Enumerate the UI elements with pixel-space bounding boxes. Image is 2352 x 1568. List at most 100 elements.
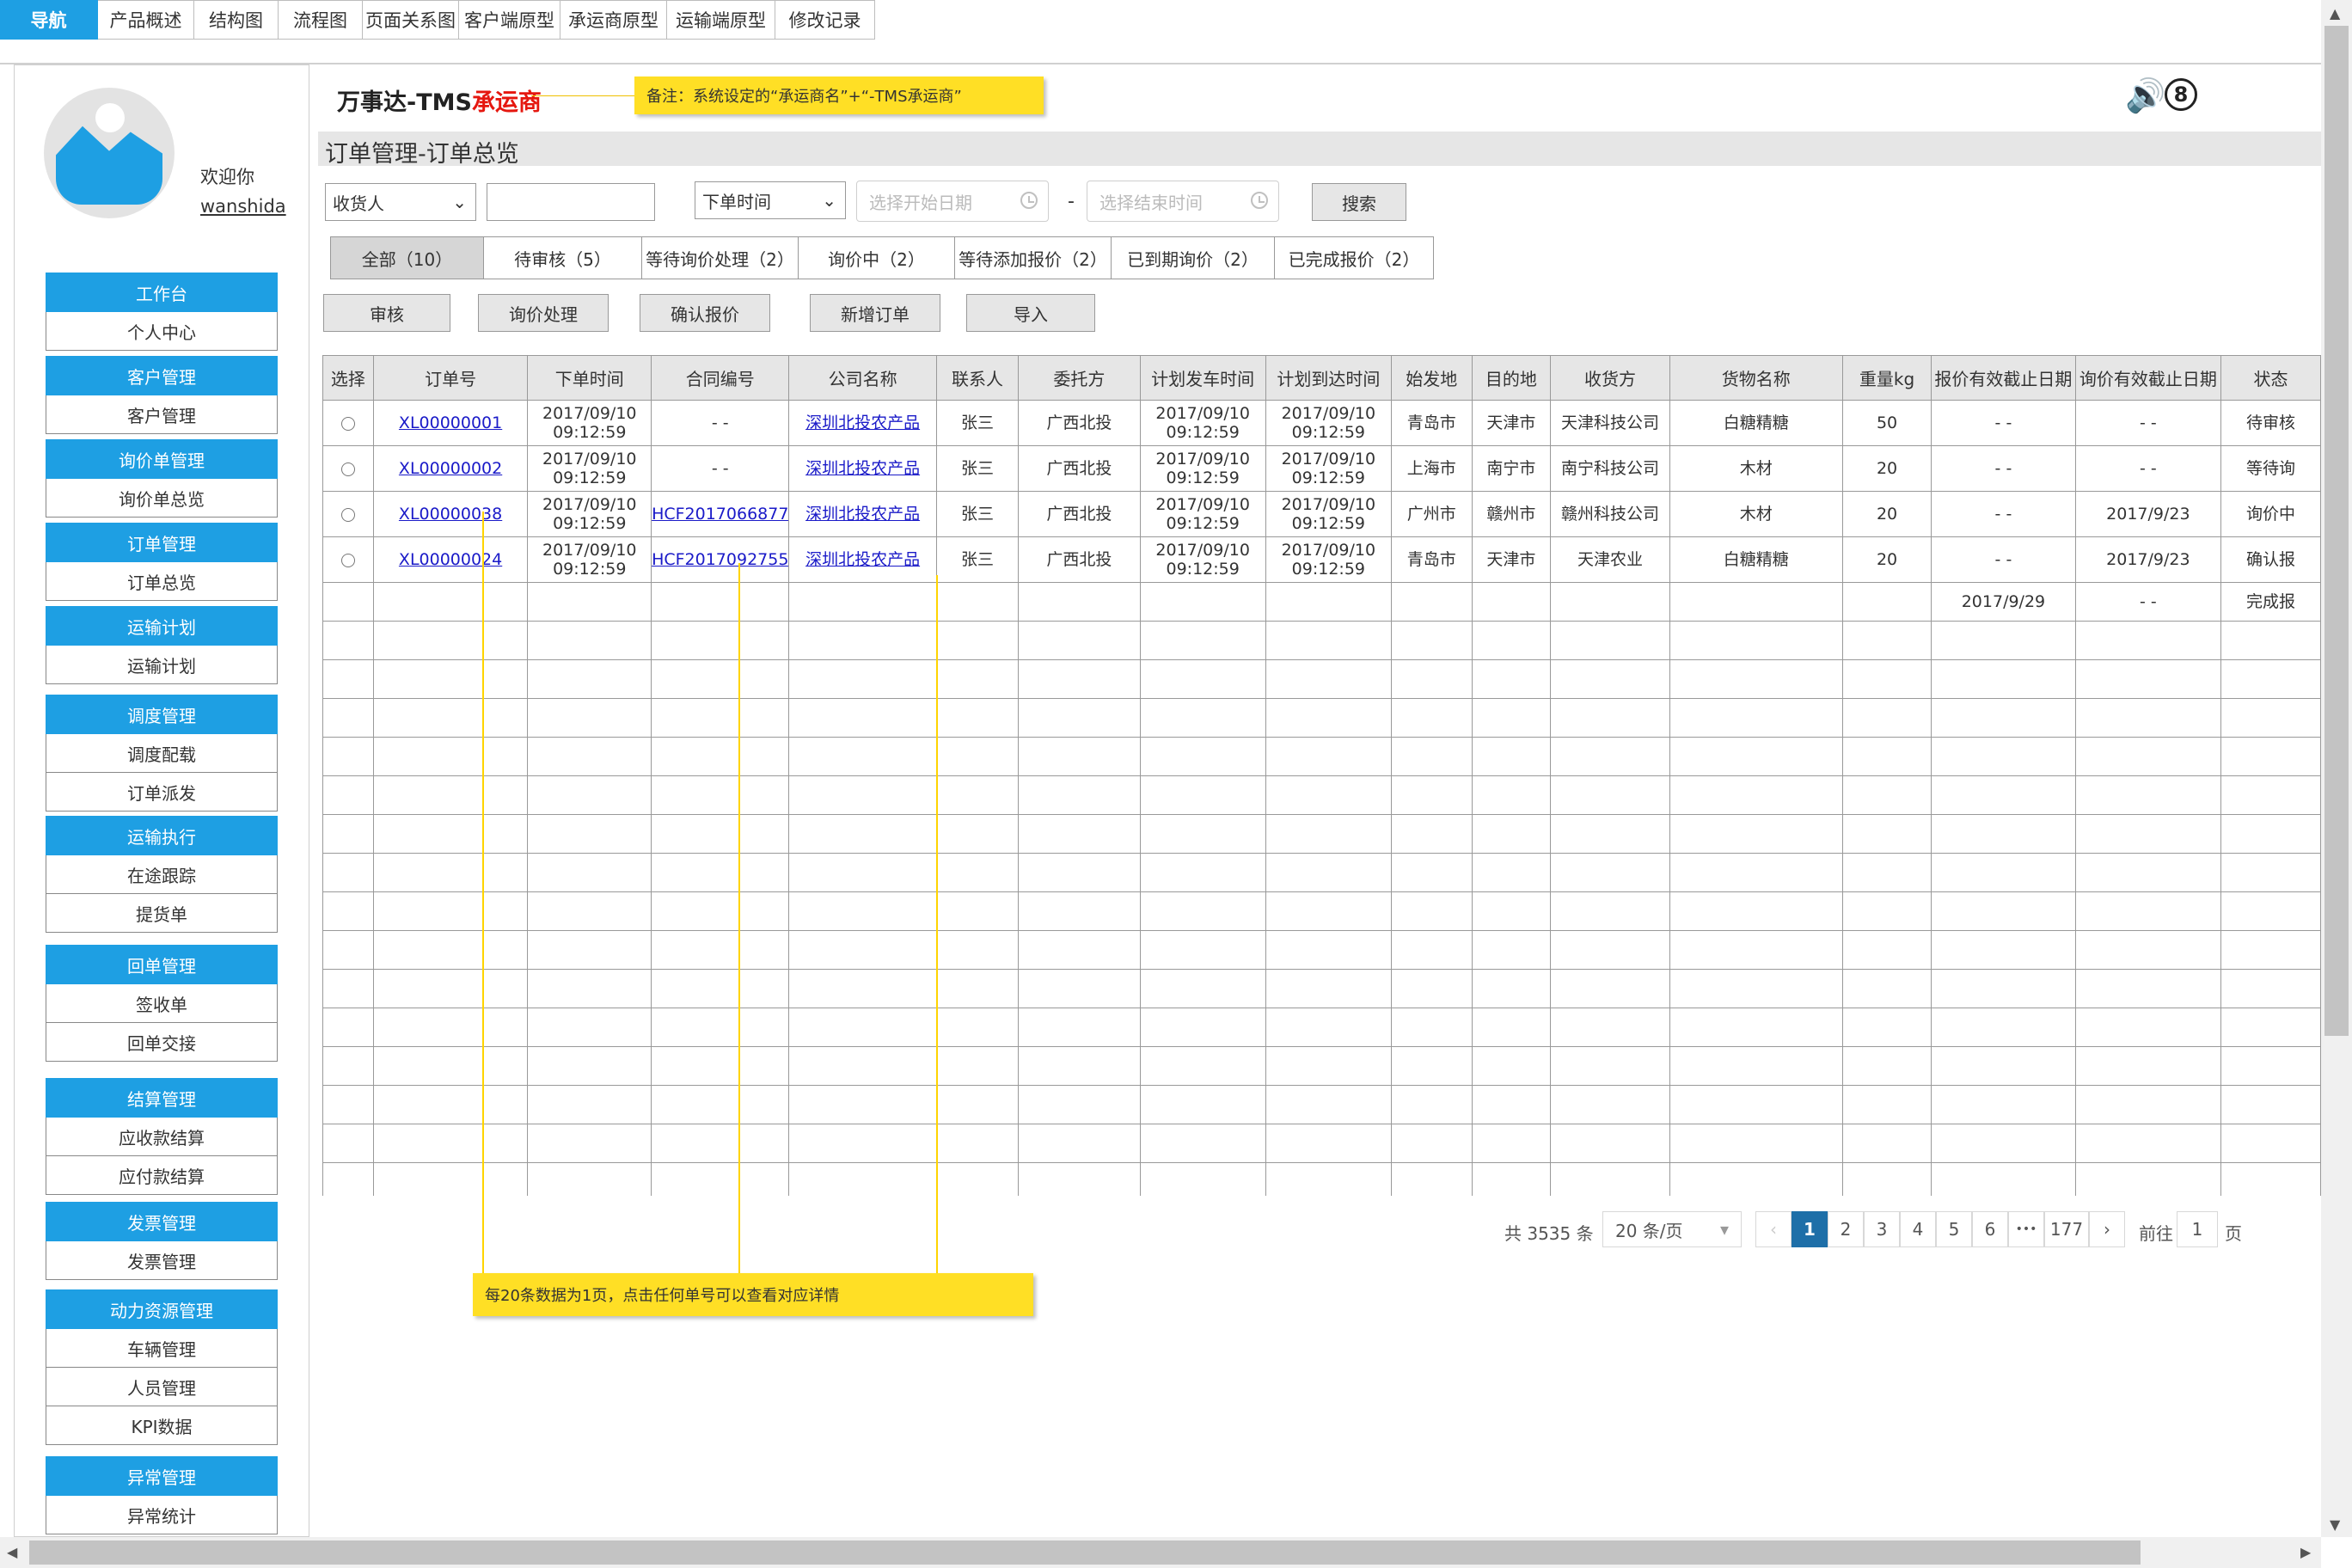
notification-badge[interactable]: 8 xyxy=(2165,78,2197,111)
menu-head-order[interactable]: 订单管理 xyxy=(46,523,278,562)
menu-item-pickup[interactable]: 提货单 xyxy=(46,894,278,933)
goto-page-input[interactable]: 1 xyxy=(2177,1211,2218,1247)
scroll-right-arrow-icon[interactable]: ▶ xyxy=(2300,1544,2311,1560)
nav-tab-structure[interactable]: 结构图 xyxy=(194,0,279,40)
row-select[interactable] xyxy=(322,445,374,492)
nav-tab-transport-proto[interactable]: 运输端原型 xyxy=(667,0,775,40)
page-5[interactable]: 5 xyxy=(1936,1211,1972,1247)
field-select[interactable]: 收货人 ⌄ xyxy=(325,183,476,221)
nav-tab-page-relation[interactable]: 页面关系图 xyxy=(363,0,459,40)
page-177[interactable]: 177 xyxy=(2044,1211,2089,1247)
confirm-quote-button[interactable]: 确认报价 xyxy=(640,294,770,332)
menu-item-invoice-manage[interactable]: 发票管理 xyxy=(46,1241,278,1280)
add-order-button[interactable]: 新增订单 xyxy=(810,294,940,332)
time-type-select[interactable]: 下单时间 ⌄ xyxy=(695,181,846,219)
prev-page-button[interactable]: ‹ xyxy=(1755,1211,1792,1247)
nav-tab-carrier-proto[interactable]: 承运商原型 xyxy=(560,0,667,40)
menu-head-dispatch[interactable]: 调度管理 xyxy=(46,695,278,734)
nav-tab-changelog[interactable]: 修改记录 xyxy=(775,0,875,40)
page-3[interactable]: 3 xyxy=(1864,1211,1900,1247)
menu-item-order-overview[interactable]: 订单总览 xyxy=(46,562,278,601)
username-link[interactable]: wanshida xyxy=(200,196,286,217)
company-link[interactable]: 深圳北投农产品 xyxy=(805,550,920,569)
menu-head-exception[interactable]: 异常管理 xyxy=(46,1456,278,1496)
menu-item-personal-center[interactable]: 个人中心 xyxy=(46,312,278,351)
menu-item-personnel[interactable]: 人员管理 xyxy=(46,1368,278,1406)
menu-head-execution[interactable]: 运输执行 xyxy=(46,816,278,855)
radio-button[interactable] xyxy=(340,553,355,567)
page-2[interactable]: 2 xyxy=(1828,1211,1864,1247)
menu-item-order-dispatch[interactable]: 订单派发 xyxy=(46,773,278,812)
import-button[interactable]: 导入 xyxy=(966,294,1095,332)
menu-head-customer[interactable]: 客户管理 xyxy=(46,356,278,395)
menu-head-invoice[interactable]: 发票管理 xyxy=(46,1202,278,1241)
status-tab-quoted[interactable]: 已完成报价（2） xyxy=(1275,237,1433,279)
row-select[interactable] xyxy=(322,536,374,583)
speaker-icon[interactable]: 🔊 xyxy=(2125,77,2165,115)
menu-item-customer-manage[interactable]: 客户管理 xyxy=(46,395,278,434)
menu-item-transport-plan[interactable]: 运输计划 xyxy=(46,646,278,684)
order-no-link[interactable]: XL00000002 xyxy=(399,459,502,478)
menu-item-inquiry-overview[interactable]: 询价单总览 xyxy=(46,479,278,518)
next-page-button[interactable]: › xyxy=(2089,1211,2125,1247)
radio-button[interactable] xyxy=(340,507,355,522)
scroll-left-arrow-icon[interactable]: ◀ xyxy=(7,1544,17,1560)
vertical-scroll-thumb[interactable] xyxy=(2324,26,2349,1036)
menu-head-receipt[interactable]: 回单管理 xyxy=(46,945,278,984)
keyword-input[interactable] xyxy=(487,183,655,221)
status-tab-await-quote[interactable]: 等待添加报价（2） xyxy=(955,237,1112,279)
menu-head-transport-plan[interactable]: 运输计划 xyxy=(46,606,278,646)
page-size-select[interactable]: 20 条/页 ▾ xyxy=(1602,1211,1742,1247)
page-ellipsis[interactable]: ••• xyxy=(2008,1211,2044,1247)
order-no-link[interactable]: XL00000001 xyxy=(399,413,502,432)
order-no-link[interactable]: XL00000024 xyxy=(399,550,502,569)
depart-date: 2017/09/10 xyxy=(1155,450,1250,469)
contract-link[interactable]: HCF2017092755 xyxy=(652,550,788,569)
company-link[interactable]: 深圳北投农产品 xyxy=(805,413,920,432)
status-tab-await-inquiry[interactable]: 等待询价处理（2） xyxy=(642,237,799,279)
page-1[interactable]: 1 xyxy=(1792,1211,1828,1247)
menu-head-inquiry[interactable]: 询价单管理 xyxy=(46,439,278,479)
nav-tab-guide[interactable]: 导航 xyxy=(0,0,98,40)
menu-item-sign-receipt[interactable]: 签收单 xyxy=(46,984,278,1023)
end-date-input[interactable]: 选择结束时间 xyxy=(1087,181,1279,222)
radio-button[interactable] xyxy=(340,462,355,476)
start-date-input[interactable]: 选择开始日期 xyxy=(856,181,1049,222)
quote-expiry-cell: - - xyxy=(1931,536,2076,583)
order-no-link[interactable]: XL00000038 xyxy=(399,505,502,524)
status-tab-pending-review[interactable]: 待审核（5） xyxy=(484,237,642,279)
nav-tab-client-proto[interactable]: 客户端原型 xyxy=(459,0,560,40)
status-tab-all[interactable]: 全部（10） xyxy=(331,237,484,279)
search-button[interactable]: 搜索 xyxy=(1312,183,1406,221)
nav-tab-flow[interactable]: 流程图 xyxy=(279,0,363,40)
menu-item-receivable[interactable]: 应收款结算 xyxy=(46,1118,278,1156)
page-6[interactable]: 6 xyxy=(1972,1211,2008,1247)
menu-item-dispatch-load[interactable]: 调度配载 xyxy=(46,734,278,773)
company-link[interactable]: 深圳北投农产品 xyxy=(805,459,920,478)
menu-item-receipt-handover[interactable]: 回单交接 xyxy=(46,1023,278,1062)
nav-tab-overview[interactable]: 产品概述 xyxy=(98,0,194,40)
contract-link[interactable]: HCF2017066877 xyxy=(652,505,788,524)
menu-item-vehicle[interactable]: 车辆管理 xyxy=(46,1329,278,1368)
menu-item-tracking[interactable]: 在途跟踪 xyxy=(46,855,278,894)
row-select[interactable] xyxy=(322,400,374,446)
company-link[interactable]: 深圳北投农产品 xyxy=(805,505,920,524)
menu-item-exception-stats[interactable]: 异常统计 xyxy=(46,1496,278,1534)
status-tab-expired[interactable]: 已到期询价（2） xyxy=(1112,237,1275,279)
menu-head-settlement[interactable]: 结算管理 xyxy=(46,1078,278,1118)
inquiry-process-button[interactable]: 询价处理 xyxy=(478,294,609,332)
top-nav: 导航 产品概述 结构图 流程图 页面关系图 客户端原型 承运商原型 运输端原型 … xyxy=(0,0,875,40)
radio-button[interactable] xyxy=(340,416,355,431)
review-button[interactable]: 审核 xyxy=(323,294,450,332)
menu-item-payable[interactable]: 应付款结算 xyxy=(46,1156,278,1195)
menu-head-workbench[interactable]: 工作台 xyxy=(46,273,278,312)
menu-item-kpi[interactable]: KPI数据 xyxy=(46,1406,278,1445)
row-select[interactable] xyxy=(322,491,374,537)
scroll-up-arrow-icon[interactable]: ▲ xyxy=(2330,5,2340,21)
scroll-down-arrow-icon[interactable]: ▼ xyxy=(2330,1516,2340,1533)
empty-row xyxy=(322,1124,2321,1163)
status-tab-inquiring[interactable]: 询价中（2） xyxy=(799,237,955,279)
menu-head-resource[interactable]: 动力资源管理 xyxy=(46,1289,278,1329)
horizontal-scroll-thumb[interactable] xyxy=(29,1540,2141,1565)
page-4[interactable]: 4 xyxy=(1900,1211,1936,1247)
